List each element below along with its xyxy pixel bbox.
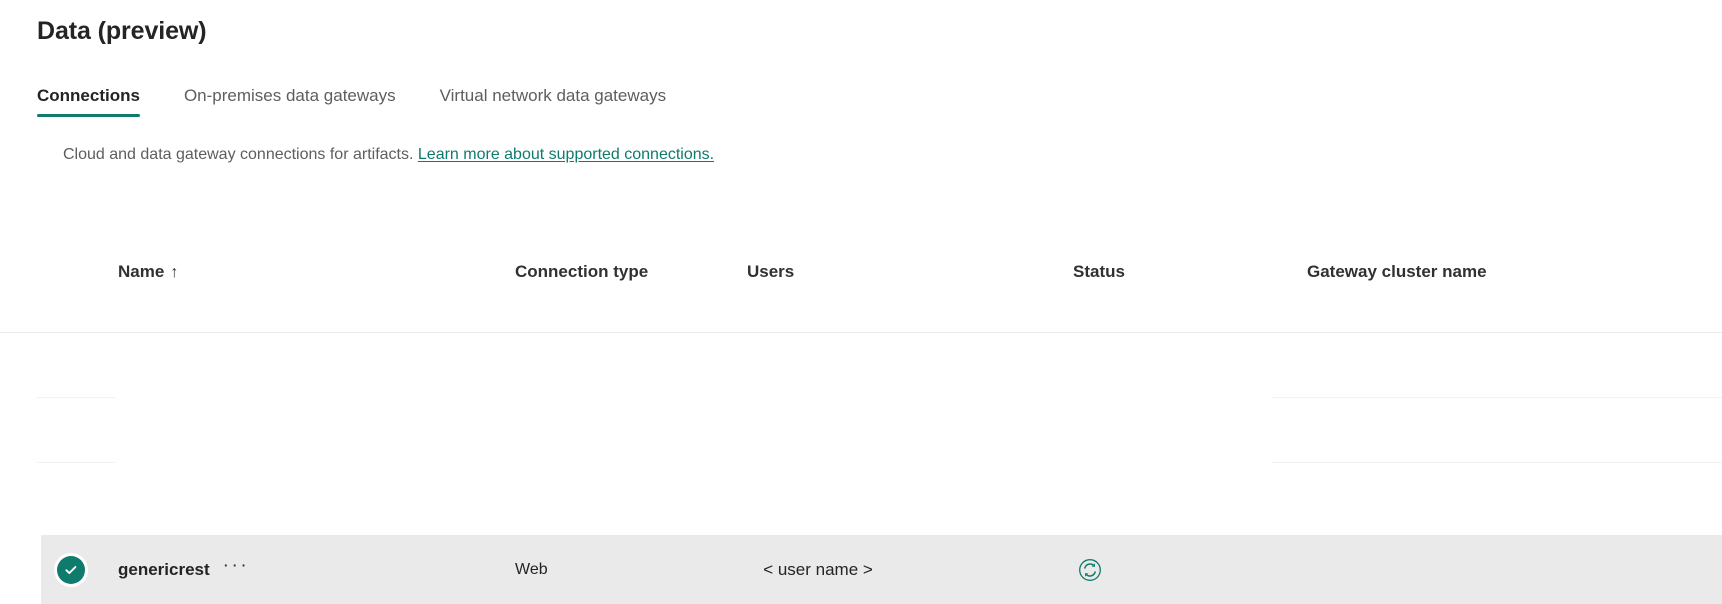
column-header-name[interactable]: Name ↑: [118, 262, 178, 282]
table-placeholder-row: [0, 333, 1722, 398]
column-header-status[interactable]: Status: [1073, 262, 1125, 282]
column-header-name-label: Name: [118, 262, 164, 281]
sync-refresh-icon[interactable]: [1077, 557, 1103, 583]
column-header-users[interactable]: Users: [747, 262, 794, 282]
row-status-cell: [1077, 535, 1103, 604]
page-description-text: Cloud and data gateway connections for a…: [63, 146, 413, 163]
tab-virtual-network-data-gateways[interactable]: Virtual network data gateways: [440, 85, 666, 117]
tab-on-premises-data-gateways[interactable]: On-premises data gateways: [184, 85, 396, 117]
row-users: < user name >: [713, 535, 923, 604]
row-divider-right-segment: [1272, 462, 1722, 463]
tab-connections[interactable]: Connections: [37, 85, 140, 117]
table-header-row: Name ↑ Connection type Users Status Gatew…: [0, 250, 1722, 333]
row-divider-left-segment: [37, 462, 115, 463]
row-status-indicator: [57, 535, 85, 604]
tab-connections-label: Connections: [37, 86, 140, 105]
table-placeholder-row: [0, 398, 1722, 463]
row-connection-type: Web: [515, 535, 548, 604]
page-description: Cloud and data gateway connections for a…: [63, 144, 714, 166]
more-actions-icon[interactable]: ···: [223, 561, 249, 579]
connections-table: Name ↑ Connection type Users Status Gatew…: [0, 250, 1722, 463]
tab-on-premises-data-gateways-label: On-premises data gateways: [184, 86, 396, 105]
sort-ascending-icon: ↑: [170, 264, 178, 281]
check-circle-icon: [57, 556, 85, 584]
learn-more-link[interactable]: Learn more about supported connections.: [418, 146, 714, 163]
connection-name[interactable]: genericrest: [118, 560, 210, 580]
row-name-cell: genericrest ···: [118, 535, 249, 604]
table-row[interactable]: genericrest ··· Web < user name >: [41, 535, 1722, 604]
tab-virtual-network-data-gateways-label: Virtual network data gateways: [440, 86, 666, 105]
page-title: Data (preview): [37, 17, 207, 46]
column-header-gateway-cluster-name[interactable]: Gateway cluster name: [1307, 262, 1487, 282]
tablist: Connections On-premises data gateways Vi…: [37, 85, 666, 121]
column-header-connection-type[interactable]: Connection type: [515, 262, 648, 282]
